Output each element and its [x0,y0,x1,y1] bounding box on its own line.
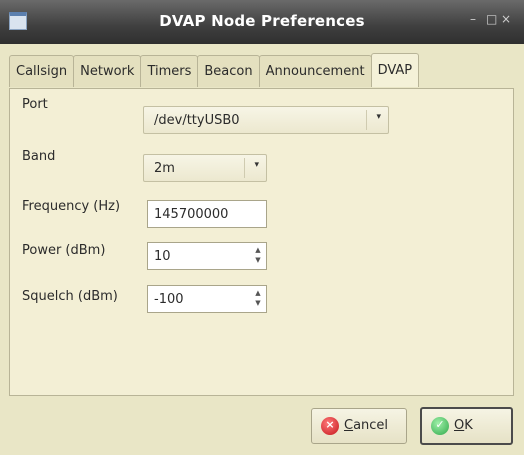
band-combobox[interactable]: 2m ▾ [143,154,267,182]
window-title: DVAP Node Preferences [159,12,365,30]
cancel-button[interactable]: × Cancel [311,408,407,444]
ok-label: OK [454,418,473,433]
cancel-icon: × [321,417,339,435]
cancel-label: Cancel [344,418,388,433]
dialog-body: Callsign Network Timers Beacon Announcem… [0,44,524,455]
cancel-label-rest: ancel [353,418,389,433]
ok-label-rest: K [464,418,473,433]
chevron-down-icon[interactable]: ▾ [254,160,259,170]
tab-bar: Callsign Network Timers Beacon Announcem… [9,53,420,89]
spin-arrows-icon[interactable]: ▲ ▼ [254,245,262,267]
minimize-icon[interactable]: – [470,12,476,26]
cancel-mnemonic: C [344,418,354,433]
band-value: 2m [154,161,175,176]
ok-icon: ✓ [431,417,449,435]
squelch-label: Squelch (dBm) [22,289,118,304]
port-label: Port [22,97,48,112]
window-titlebar[interactable]: DVAP Node Preferences – □ × [0,0,524,44]
combo-separator [366,110,367,130]
squelch-spinbox[interactable]: -100 ▲ ▼ [147,285,267,313]
ok-button[interactable]: ✓ OK [420,407,513,445]
tab-beacon[interactable]: Beacon [197,55,260,87]
ok-mnemonic: O [454,418,465,433]
tab-timers[interactable]: Timers [140,55,199,87]
dvap-settings-panel: Port /dev/ttyUSB0 ▾ Band 2m ▾ Frequency … [9,88,514,396]
button-bar: × Cancel ✓ OK [0,396,524,455]
power-spinbox[interactable]: 10 ▲ ▼ [147,242,267,270]
tab-network[interactable]: Network [73,55,142,87]
frequency-field[interactable]: 145700000 [147,200,267,228]
tab-dvap[interactable]: DVAP [370,53,420,87]
port-combobox[interactable]: /dev/ttyUSB0 ▾ [143,106,389,134]
tab-callsign[interactable]: Callsign [9,55,75,87]
power-value: 10 [154,249,171,264]
close-icon[interactable]: × [501,12,511,26]
frequency-value: 145700000 [154,207,229,222]
tab-announcement[interactable]: Announcement [258,55,372,87]
spin-arrows-icon[interactable]: ▲ ▼ [254,288,262,310]
frequency-label: Frequency (Hz) [22,199,121,214]
band-label: Band [22,149,56,164]
port-value: /dev/ttyUSB0 [154,113,240,128]
combo-separator [244,158,245,178]
power-label: Power (dBm) [22,243,106,258]
squelch-value: -100 [154,292,184,307]
maximize-icon[interactable]: □ [486,12,497,26]
chevron-down-icon[interactable]: ▾ [376,112,381,122]
